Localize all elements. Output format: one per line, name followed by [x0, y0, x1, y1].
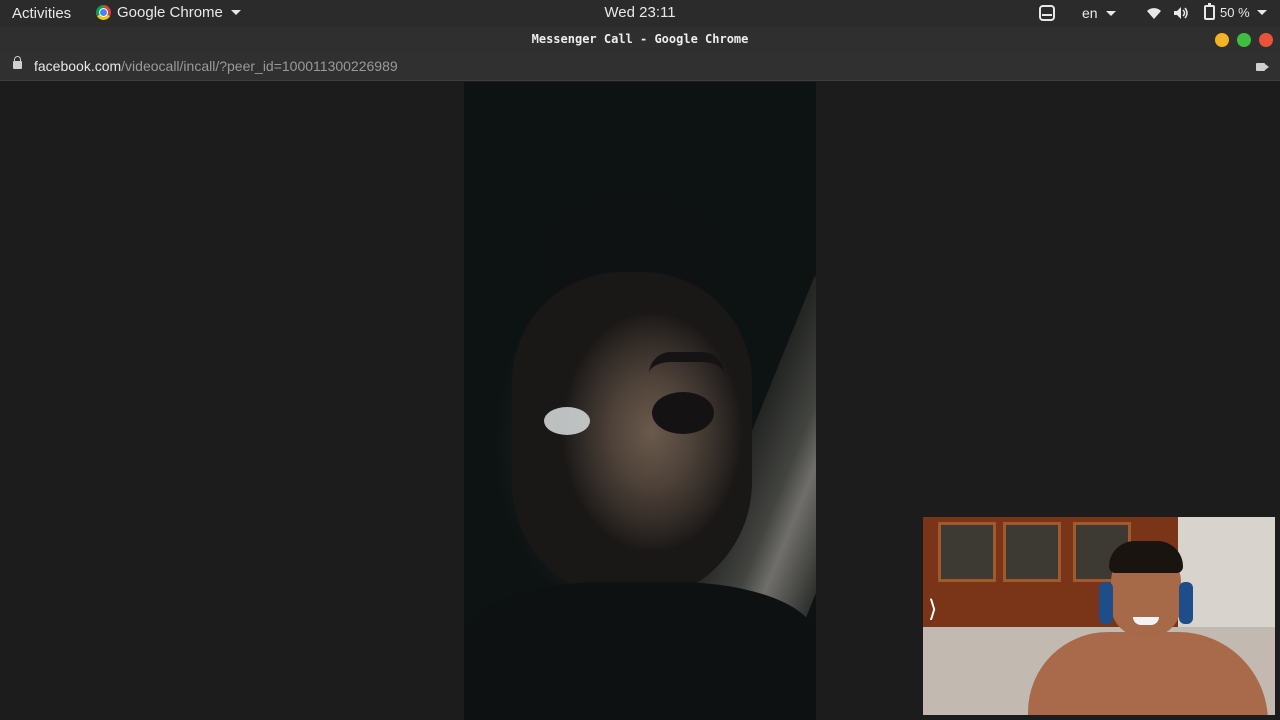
- language-label: en: [1082, 5, 1098, 21]
- chevron-down-icon: [1256, 10, 1267, 15]
- clock[interactable]: Wed 23:11: [604, 4, 675, 21]
- self-video[interactable]: ⟩: [923, 517, 1275, 715]
- activities-button[interactable]: Activities: [12, 5, 71, 22]
- hair-shape: [1109, 541, 1183, 573]
- system-top-bar: Activities Google Chrome Wed 23:11 en 50…: [0, 0, 1280, 27]
- device-icon[interactable]: [1039, 5, 1055, 21]
- lock-icon[interactable]: [13, 56, 22, 69]
- app-menu-label: Google Chrome: [117, 4, 223, 21]
- chevron-right-icon[interactable]: ⟩: [928, 597, 937, 621]
- headphone-left: [1099, 582, 1113, 624]
- wifi-icon[interactable]: [1146, 6, 1162, 20]
- url-host: facebook.com: [34, 58, 122, 74]
- camera-icon[interactable]: [1256, 63, 1265, 71]
- maximize-button[interactable]: [1237, 33, 1251, 47]
- headphone-right: [1179, 582, 1193, 624]
- smile-shape: [1133, 617, 1159, 625]
- url-path: /videocall/incall/?peer_id=1000113002269…: [121, 58, 398, 74]
- window-title: Messenger Call - Google Chrome: [531, 32, 749, 46]
- chevron-down-icon: [1105, 10, 1116, 16]
- window-title-bar[interactable]: Messenger Call - Google Chrome: [0, 27, 1280, 53]
- battery-percent: 50 %: [1220, 5, 1250, 20]
- eye-left-shape: [544, 407, 590, 435]
- close-button[interactable]: [1259, 33, 1273, 47]
- system-menu[interactable]: 50 %: [1204, 3, 1267, 20]
- brow-shape: [649, 352, 724, 374]
- chevron-down-icon: [230, 10, 241, 15]
- remote-video[interactable]: [464, 82, 816, 720]
- face-shape: [512, 272, 752, 602]
- glass-panel: [1003, 522, 1061, 582]
- eye-right-shape: [652, 392, 714, 434]
- glass-panel: [938, 522, 996, 582]
- call-area: ⟩: [0, 82, 1280, 720]
- app-menu[interactable]: Google Chrome: [96, 4, 241, 21]
- chrome-icon: [96, 5, 111, 20]
- volume-icon[interactable]: [1173, 6, 1189, 20]
- language-menu[interactable]: en: [1082, 5, 1116, 21]
- battery-icon: [1204, 3, 1215, 20]
- shirt-shape: [464, 582, 816, 720]
- url-text[interactable]: facebook.com/videocall/incall/?peer_id=1…: [34, 58, 398, 74]
- minimize-button[interactable]: [1215, 33, 1229, 47]
- address-bar[interactable]: facebook.com/videocall/incall/?peer_id=1…: [0, 53, 1280, 81]
